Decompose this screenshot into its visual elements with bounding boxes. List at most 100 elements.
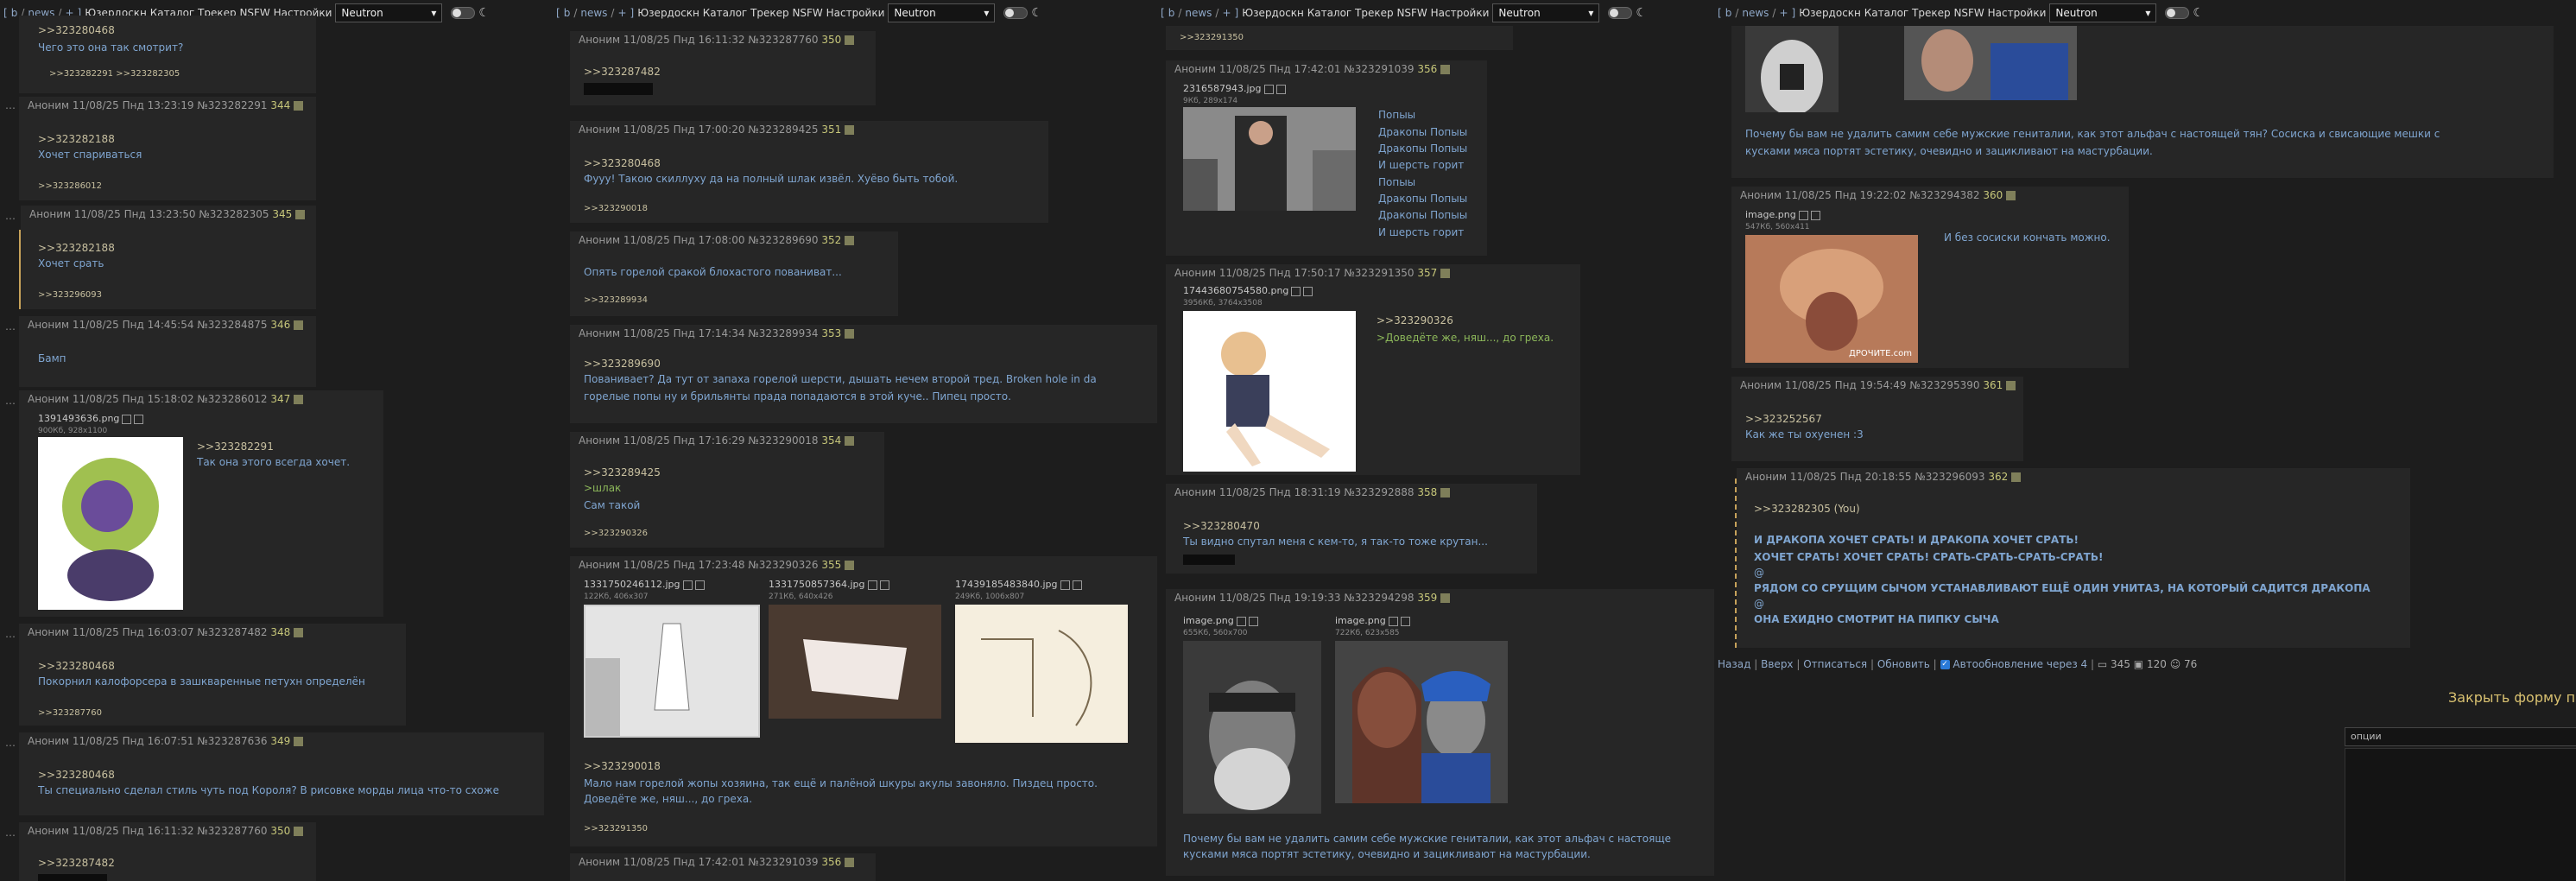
post-arrow-icon[interactable]	[295, 210, 306, 219]
download-icon[interactable]	[1303, 286, 1313, 296]
thumbnail-image[interactable]	[1904, 26, 2077, 100]
reply-link[interactable]: >>323290018	[584, 760, 661, 772]
replies[interactable]: >>323296093	[38, 290, 102, 300]
download-icon[interactable]	[1810, 210, 1820, 220]
options-input[interactable]: опции	[2345, 727, 2576, 746]
reply-link[interactable]: >>323280470	[1183, 520, 1260, 532]
replies[interactable]: >>323287760	[38, 708, 102, 718]
moon-icon[interactable]: ☾	[1636, 6, 1647, 20]
reply-link[interactable]: >>323282291	[197, 440, 274, 453]
thumbnail-image[interactable]	[1183, 641, 1321, 814]
post-arrow-icon[interactable]	[1440, 593, 1451, 603]
theme-select[interactable]: Neutron ▾	[335, 3, 443, 22]
post-arrow-icon[interactable]	[845, 236, 855, 245]
download-icon[interactable]	[694, 580, 705, 590]
board-link-b[interactable]: b	[1168, 7, 1175, 19]
file-name-text[interactable]: 17443680754580.png	[1183, 285, 1288, 296]
board-add-button[interactable]: +	[1222, 7, 1231, 19]
post-arrow-icon[interactable]	[845, 35, 855, 45]
board-link-b[interactable]: b	[564, 7, 571, 19]
file-name[interactable]: image.png	[1183, 615, 1258, 626]
search-icon[interactable]	[1291, 286, 1301, 296]
reply-link[interactable]: >>323282188	[38, 133, 115, 145]
post-menu-icon[interactable]: ⋯	[5, 212, 16, 225]
board-link-b[interactable]: b	[1725, 7, 1732, 19]
board-add-button[interactable]: +	[617, 7, 626, 19]
moon-icon[interactable]: ☾	[478, 6, 490, 20]
reply-link[interactable]: >>323280468	[38, 24, 115, 36]
board-link-b[interactable]: b	[11, 7, 18, 19]
search-icon[interactable]	[682, 580, 693, 590]
file-name[interactable]: 1391493636.png	[38, 413, 144, 424]
post-arrow-icon[interactable]	[2006, 381, 2016, 390]
theme-toggle[interactable]	[1003, 7, 1029, 19]
post-arrow-icon[interactable]	[845, 125, 855, 135]
up-link[interactable]: Вверх	[1761, 658, 1793, 670]
thumbnail-image[interactable]	[1745, 26, 1839, 116]
search-icon[interactable]	[1388, 616, 1398, 626]
post-arrow-icon[interactable]	[294, 737, 304, 746]
file-name-text[interactable]: image.png	[1745, 209, 1796, 220]
search-icon[interactable]	[1263, 84, 1274, 94]
search-icon[interactable]	[1236, 616, 1246, 626]
post-arrow-icon[interactable]	[845, 561, 855, 570]
file-name-text[interactable]: 1391493636.png	[38, 413, 119, 424]
file-name-text[interactable]: 1331750857364.jpg	[769, 579, 865, 590]
download-icon[interactable]	[1072, 580, 1082, 590]
download-icon[interactable]	[879, 580, 889, 590]
theme-toggle[interactable]	[1608, 7, 1633, 19]
topbar-links[interactable]: Юзердоскн Каталог Трекер NSFW Настройки	[637, 7, 884, 19]
close-form-link[interactable]: Закрыть форму п	[2448, 689, 2575, 706]
reply-link[interactable]: >>323280468	[38, 660, 115, 672]
download-icon[interactable]	[1275, 84, 1286, 94]
replies[interactable]: >>323282291 >>323282305	[49, 69, 180, 79]
post-menu-icon[interactable]: ⋯	[5, 323, 16, 335]
file-name[interactable]: 2316587943.jpg	[1183, 83, 1286, 94]
post-arrow-icon[interactable]	[1440, 65, 1451, 74]
post-arrow-icon[interactable]	[294, 320, 304, 330]
reply-link[interactable]: >>323252567	[1745, 413, 1822, 425]
file-name[interactable]: 17439185483840.jpg	[955, 579, 1082, 590]
moon-icon[interactable]: ☾	[2193, 6, 2204, 20]
thumbnail-image[interactable]: ДРОЧИТЕ.com	[1745, 235, 1918, 363]
replies[interactable]: >>323290326	[584, 529, 648, 538]
theme-select[interactable]: Neutron ▾	[2049, 3, 2157, 22]
reply-link[interactable]: >>323280468	[584, 157, 661, 169]
post-arrow-icon[interactable]	[294, 628, 304, 637]
moon-icon[interactable]: ☾	[1031, 6, 1042, 20]
thumbnail-image[interactable]	[1183, 107, 1356, 211]
reply-link[interactable]: >>323290326	[1377, 314, 1453, 326]
search-icon[interactable]	[1060, 580, 1070, 590]
reply-link[interactable]: >>323282188	[38, 242, 115, 254]
back-link[interactable]: Назад	[1718, 658, 1750, 670]
board-add-button[interactable]: +	[1779, 7, 1788, 19]
search-icon[interactable]	[122, 414, 132, 424]
reply-link[interactable]: >>323289425	[584, 466, 661, 479]
board-link-news[interactable]: news	[1742, 7, 1769, 19]
download-icon[interactable]	[1248, 616, 1258, 626]
thumbnail-image[interactable]	[1335, 641, 1508, 803]
file-name-text[interactable]: 2316587943.jpg	[1183, 83, 1262, 94]
reply-link[interactable]: >>323287482	[584, 66, 661, 78]
search-icon[interactable]	[1798, 210, 1808, 220]
thumbnail-image[interactable]	[769, 605, 941, 719]
theme-toggle[interactable]	[2165, 7, 2190, 19]
download-icon[interactable]	[1400, 616, 1410, 626]
unsubscribe-link[interactable]: Отписаться	[1803, 658, 1867, 670]
search-icon[interactable]	[867, 580, 877, 590]
refresh-link[interactable]: Обновить	[1877, 658, 1930, 670]
post-arrow-icon[interactable]	[2011, 472, 2022, 482]
file-name[interactable]: 17443680754580.png	[1183, 285, 1313, 296]
post-arrow-icon[interactable]	[845, 858, 855, 867]
post-arrow-icon[interactable]	[294, 101, 304, 111]
post-arrow-icon[interactable]	[1440, 269, 1451, 278]
reply-link[interactable]: >>323282305 (You)	[1754, 503, 1860, 515]
file-name[interactable]: image.png	[1745, 209, 1820, 220]
file-name[interactable]: 1331750246112.jpg	[584, 579, 705, 590]
post-arrow-icon[interactable]	[1440, 488, 1451, 498]
theme-select[interactable]: Neutron ▾	[1492, 3, 1600, 22]
topbar-links[interactable]: Юзердоскн Каталог Трекер NSFW Настройки	[1242, 7, 1489, 19]
file-name[interactable]: image.png	[1335, 615, 1410, 626]
post-arrow-icon[interactable]	[845, 329, 855, 339]
reply-link[interactable]: >>323287482	[38, 857, 115, 869]
